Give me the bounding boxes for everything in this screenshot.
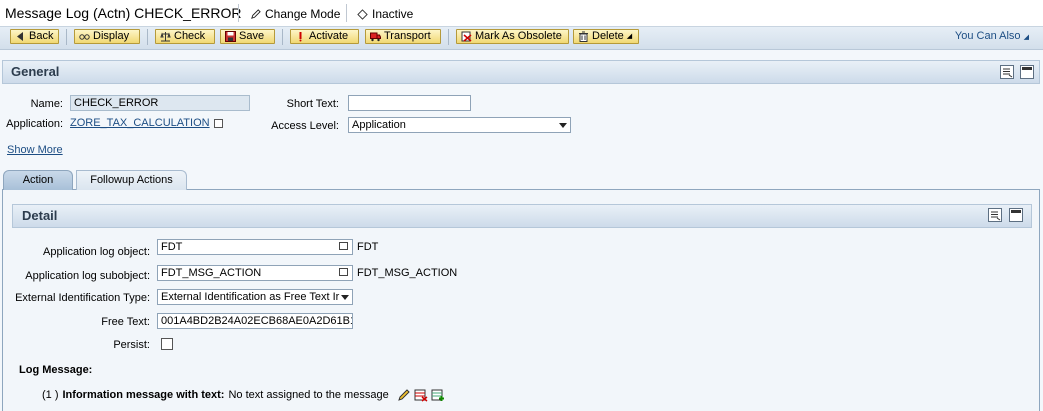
status-label: Inactive <box>372 7 414 21</box>
tab-action-label: Action <box>22 174 54 186</box>
activate-button[interactable]: Activate <box>290 29 359 44</box>
page-title: Message Log (Actn) CHECK_ERROR <box>5 5 242 21</box>
personalize-icon[interactable] <box>1000 65 1014 79</box>
glasses-icon <box>79 34 90 40</box>
activate-label: Activate <box>309 30 349 42</box>
edit-pencil-icon[interactable] <box>397 388 411 402</box>
toolbar-separator <box>448 29 449 45</box>
truck-icon <box>370 32 381 42</box>
check-button[interactable]: Check <box>155 29 215 44</box>
pencil-icon <box>251 8 261 19</box>
personalize-icon[interactable] <box>988 208 1002 222</box>
you-can-also-menu[interactable]: You Can Also ◢ <box>955 30 1029 42</box>
ext-id-type-value: External Identification as Free Text Ir <box>161 291 340 303</box>
diamond-icon <box>357 8 368 20</box>
title-separator <box>238 4 239 22</box>
tab-action[interactable]: Action <box>3 170 73 190</box>
access-level-value: Application <box>352 119 406 131</box>
add-row-icon[interactable] <box>431 388 445 402</box>
change-mode-label: Change Mode <box>265 7 341 21</box>
trash-icon <box>579 31 588 42</box>
save-button[interactable]: Save <box>220 29 275 44</box>
short-text-input[interactable] <box>348 95 471 111</box>
collapse-icon[interactable] <box>1020 65 1034 79</box>
toolbar-separator <box>66 29 67 45</box>
chevron-down-icon <box>559 123 567 128</box>
log-subobject-desc: FDT_MSG_ACTION <box>357 267 458 279</box>
log-message-label: Log Message: <box>19 364 93 376</box>
access-level-label: Access Level: <box>271 120 339 132</box>
message-type: Information message with text: <box>62 389 225 401</box>
message-text: No text assigned to the message <box>228 389 389 401</box>
ext-id-type-label: External Identification Type: <box>15 292 150 304</box>
back-label: Back <box>29 30 54 42</box>
general-panel-header <box>2 60 1040 84</box>
detail-panel-header <box>12 204 1032 228</box>
mark-obsolete-button[interactable]: Mark As Obsolete <box>456 29 569 44</box>
title-separator <box>346 4 347 22</box>
free-text-label: Free Text: <box>101 316 150 328</box>
persist-checkbox[interactable] <box>161 338 173 350</box>
dropdown-triangle-icon: ◢ <box>626 33 633 40</box>
log-object-value: FDT <box>161 241 183 253</box>
delete-row-icon[interactable] <box>414 388 428 402</box>
log-object-desc: FDT <box>357 241 379 253</box>
tab-followup-actions[interactable]: Followup Actions <box>76 170 187 190</box>
change-mode-button[interactable]: Change Mode <box>250 7 340 21</box>
activate-icon <box>299 32 302 42</box>
floppy-disk-icon <box>225 31 236 42</box>
name-label: Name: <box>30 98 63 110</box>
delete-label: Delete <box>592 30 624 42</box>
short-text-label: Short Text: <box>286 98 339 110</box>
log-subobject-value: FDT_MSG_ACTION <box>161 267 262 279</box>
inactive-status: Inactive <box>357 7 413 21</box>
save-label: Save <box>239 30 265 42</box>
back-arrow-icon <box>17 32 23 41</box>
dropdown-triangle-icon: ◢ <box>1023 34 1029 41</box>
check-label: Check <box>174 30 206 42</box>
persist-label: Persist: <box>113 339 150 351</box>
show-more-link[interactable]: Show More <box>7 144 63 156</box>
navigate-icon[interactable] <box>213 118 223 128</box>
access-level-select[interactable]: Application <box>348 117 571 133</box>
delete-button[interactable]: Delete ◢ <box>573 29 639 44</box>
log-message-row: (1 ) Information message with text: No t… <box>42 388 445 402</box>
log-subobject-input[interactable]: FDT_MSG_ACTION <box>157 265 353 281</box>
general-title: General <box>11 64 60 79</box>
ext-id-type-select[interactable]: External Identification as Free Text Ir <box>157 289 353 305</box>
toolbar-separator <box>282 29 283 45</box>
log-object-label: Application log object: <box>42 246 150 258</box>
toolbar-buttons: Back Display Check Save Activate Transpo… <box>0 26 1043 48</box>
toolbar-separator <box>147 29 148 45</box>
application-label: Application: <box>6 118 63 130</box>
check-scale-icon <box>160 32 171 42</box>
detail-title: Detail <box>22 208 58 223</box>
display-label: Display <box>93 30 130 42</box>
name-field: CHECK_ERROR <box>70 95 250 111</box>
collapse-icon[interactable] <box>1009 208 1023 222</box>
obsolete-icon <box>461 31 472 42</box>
transport-button[interactable]: Transport <box>365 29 441 44</box>
display-button[interactable]: Display <box>74 29 140 44</box>
chevron-down-icon <box>341 295 349 300</box>
message-index: (1 ) <box>42 389 59 401</box>
log-subobject-label: Application log subobject: <box>25 270 150 282</box>
application-value: ZORE_TAX_CALCULATION <box>70 117 223 129</box>
log-object-input[interactable]: FDT <box>157 239 353 255</box>
free-text-input[interactable]: 001A4BD2B24A02ECB68AE0A2D61B19 <box>157 313 353 329</box>
transport-label: Transport <box>384 30 431 42</box>
you-can-also-label: You Can Also <box>954 30 1021 42</box>
back-button[interactable]: Back <box>10 29 59 44</box>
value-help-icon[interactable] <box>339 242 348 250</box>
obsolete-label: Mark As Obsolete <box>475 30 562 42</box>
application-link[interactable]: ZORE_TAX_CALCULATION <box>70 117 210 129</box>
tab-followup-label: Followup Actions <box>90 174 173 186</box>
value-help-icon[interactable] <box>339 268 348 276</box>
